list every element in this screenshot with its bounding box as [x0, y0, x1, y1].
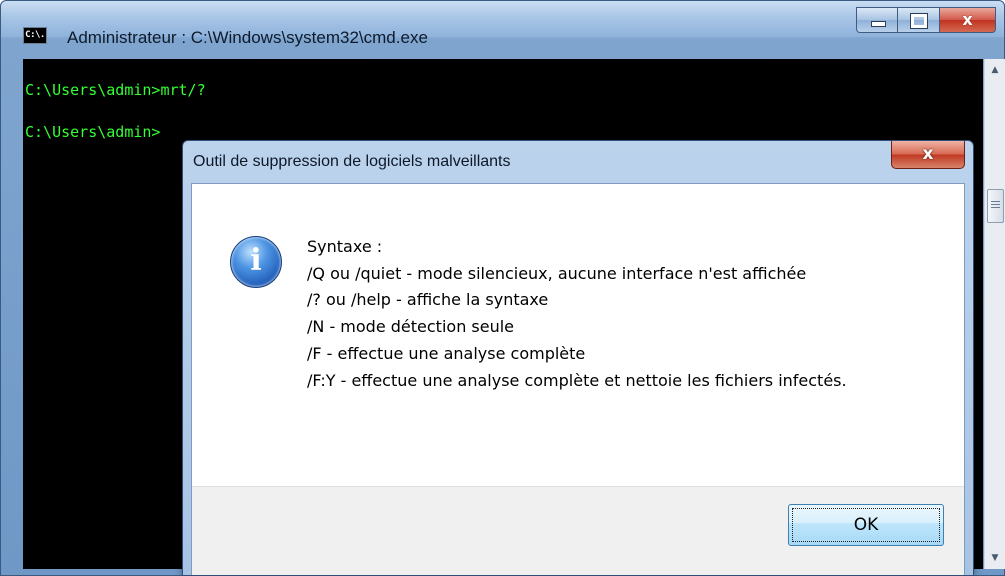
minimize-icon	[871, 21, 886, 27]
dialog-title: Outil de suppression de logiciels malvei…	[193, 153, 511, 170]
scroll-up-arrow-icon[interactable]: ▲	[985, 61, 1005, 79]
dialog-message: Syntaxe : /Q ou /quiet - mode silencieux…	[307, 234, 927, 394]
scroll-down-arrow-icon[interactable]: ▼	[985, 549, 1005, 567]
information-icon: i	[230, 236, 282, 288]
grip-line	[991, 207, 1000, 208]
console-line: C:\Users\admin>mrt/?	[25, 81, 206, 99]
message-line: /? ou /help - affiche la syntaxe	[307, 290, 549, 310]
minimize-button[interactable]	[856, 7, 898, 33]
close-button[interactable]: x	[940, 7, 996, 33]
cmd-app-icon: C:\.	[23, 27, 47, 44]
window-controls: x	[856, 7, 996, 33]
close-icon: x	[962, 10, 973, 29]
message-line: /N - mode détection seule	[307, 317, 515, 337]
maximize-button[interactable]	[898, 7, 940, 33]
message-dialog: Outil de suppression de logiciels malvei…	[182, 140, 974, 576]
scrollbar-thumb[interactable]	[987, 189, 1004, 223]
console-line: C:\Users\admin>	[25, 123, 161, 141]
ok-button[interactable]: OK	[788, 504, 944, 546]
message-line: /F - effectue une analyse complète	[307, 343, 586, 363]
dialog-content: i Syntaxe : /Q ou /quiet - mode silencie…	[191, 183, 965, 575]
close-icon: x	[922, 144, 934, 164]
dialog-button-bar: OK	[192, 486, 964, 575]
message-line: Syntaxe :	[307, 237, 383, 256]
message-line: /F:Y - effectue une analyse complète et …	[307, 370, 847, 390]
info-glyph: i	[250, 243, 262, 278]
grip-line	[991, 204, 1000, 205]
cmd-window-title: Administrateur : C:\Windows\system32\cmd…	[67, 28, 428, 47]
grip-line	[991, 201, 1000, 202]
vertical-scrollbar[interactable]: ▲ ▼	[984, 59, 1005, 569]
maximize-icon	[910, 13, 928, 29]
dialog-close-button[interactable]: x	[891, 141, 965, 169]
message-line: /Q ou /quiet - mode silencieux, aucune i…	[307, 263, 807, 283]
